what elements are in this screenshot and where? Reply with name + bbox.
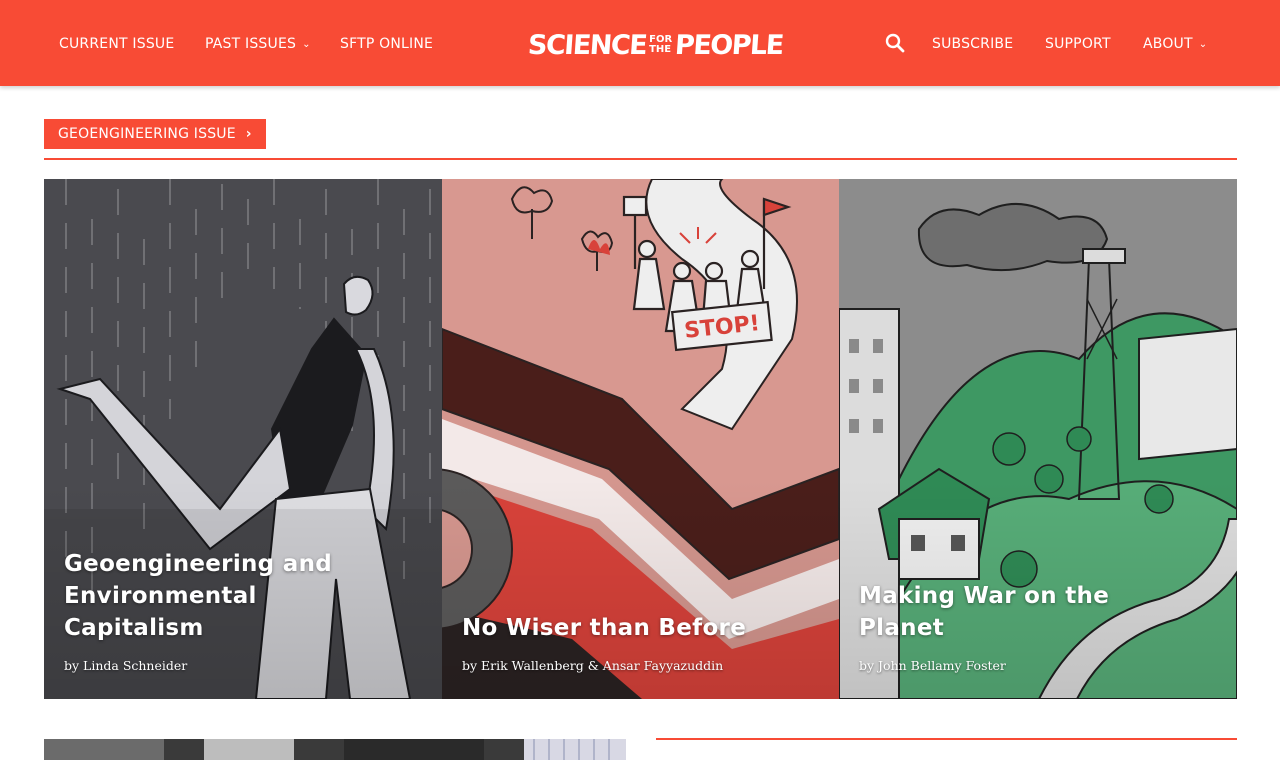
card-author[interactable]: by John Bellamy Foster — [859, 658, 1006, 673]
chevron-down-icon: ⌄ — [302, 39, 311, 50]
nav-support[interactable]: SUPPORT — [1045, 34, 1111, 54]
nav-support-label: SUPPORT — [1045, 36, 1111, 52]
search-button[interactable] — [884, 32, 906, 54]
sidebar-section-divider — [656, 738, 1237, 740]
card-title[interactable]: Making War on the Planet — [859, 580, 1119, 644]
section-tag-label: GEOENGINEERING ISSUE — [58, 126, 236, 142]
logo-word-people: PEOPLE — [674, 29, 784, 61]
article-card-making-war[interactable]: Making War on the Planet by John Bellamy… — [839, 179, 1237, 699]
card-author[interactable]: by Linda Schneider — [64, 658, 187, 673]
nav-about[interactable]: ABOUT ⌄ — [1143, 34, 1207, 54]
next-article-image[interactable] — [44, 739, 626, 760]
next-article-photo — [44, 739, 626, 760]
section-divider — [44, 158, 1237, 160]
nav-sftp-online-label: SFTP ONLINE — [340, 36, 434, 52]
logo-word-science: SCIENCE — [526, 29, 648, 61]
logo-small-words: FOR THE — [649, 35, 672, 55]
nav-past-issues-label: PAST ISSUES — [205, 36, 297, 52]
chevron-down-icon: ⌄ — [1198, 39, 1208, 50]
article-card-geoengineering[interactable]: Geoengineering and Environmental Capital… — [44, 179, 442, 699]
section-tag-geoengineering[interactable]: GEOENGINEERING ISSUE › — [44, 119, 266, 149]
card-author[interactable]: by Erik Wallenberg & Ansar Fayyazuddin — [462, 658, 723, 673]
nav-past-issues[interactable]: PAST ISSUES ⌄ — [205, 34, 311, 54]
nav-current-issue[interactable]: CURRENT ISSUE — [59, 34, 174, 54]
chevron-right-icon: › — [245, 126, 252, 142]
nav-sftp-online[interactable]: SFTP ONLINE — [340, 34, 433, 54]
nav-about-label: ABOUT — [1143, 36, 1193, 52]
site-logo[interactable]: SCIENCE FOR THE PEOPLE — [526, 24, 784, 66]
card-title[interactable]: Geoengineering and Environmental Capital… — [64, 548, 364, 644]
nav-current-issue-label: CURRENT ISSUE — [59, 36, 175, 52]
search-icon — [885, 33, 905, 53]
nav-subscribe-label: SUBSCRIBE — [932, 36, 1014, 52]
nav-subscribe[interactable]: SUBSCRIBE — [932, 34, 1013, 54]
logo-word-the: THE — [649, 44, 672, 55]
site-header: CURRENT ISSUE PAST ISSUES ⌄ SFTP ONLINE S… — [0, 0, 1280, 86]
article-card-no-wiser[interactable]: STOP! No Wiser than Before by Erik Walle… — [442, 179, 839, 699]
card-title[interactable]: No Wiser than Before — [462, 612, 802, 644]
